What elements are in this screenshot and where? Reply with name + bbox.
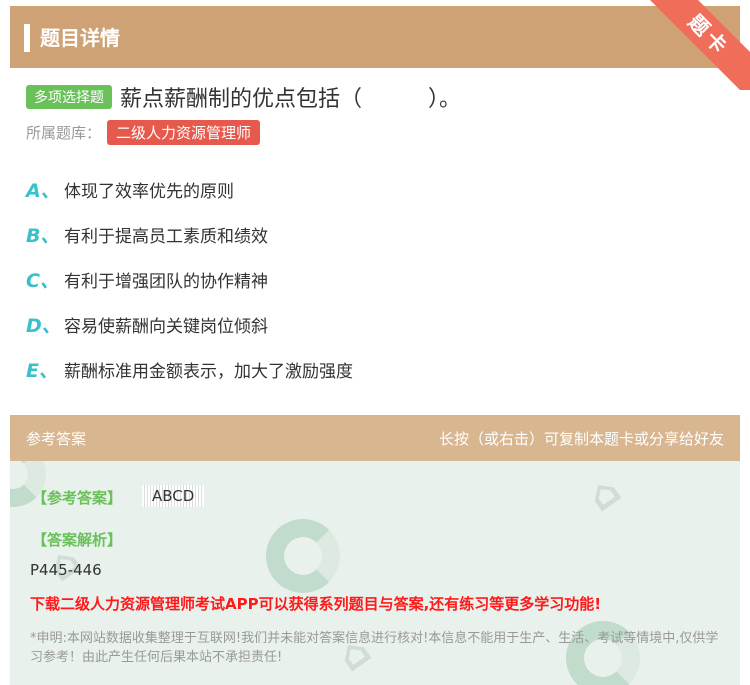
header-accent-bar bbox=[24, 24, 30, 52]
option-text: 容易使薪酬向关键岗位倾斜 bbox=[64, 317, 268, 337]
app-download-promo[interactable]: 下载二级人力资源管理师考试APP可以获得系列题目与答案,还有练习等更多学习功能! bbox=[30, 593, 601, 614]
page-reference: P445-446 bbox=[30, 561, 102, 579]
option-d[interactable]: D、 容易使薪酬向关键岗位倾斜 bbox=[26, 311, 268, 338]
option-c[interactable]: C、 有利于增强团队的协作精神 bbox=[26, 266, 268, 293]
share-hint: 长按（或右击）可复制本题卡或分享给好友 bbox=[438, 430, 724, 448]
watermark-swirl-icon bbox=[266, 519, 340, 593]
option-b[interactable]: B、 有利于提高员工素质和绩效 bbox=[26, 221, 268, 248]
option-letter: B、 bbox=[26, 225, 60, 247]
bank-label: 所属题库： bbox=[26, 124, 102, 142]
analysis-label: 【答案解析】 bbox=[32, 531, 123, 549]
bank-name-tag[interactable]: 二级人力资源管理师 bbox=[107, 120, 261, 145]
option-text: 有利于提高员工素质和绩效 bbox=[64, 227, 268, 247]
answer-body: ⌂ ⌂ ⌂ 【参考答案】 ABCD 【答案解析】 P445-446 下载二级人力… bbox=[10, 461, 740, 685]
option-letter: D、 bbox=[26, 315, 61, 337]
option-text: 体现了效率优先的原则 bbox=[64, 182, 234, 202]
page-title: 题目详情 bbox=[40, 26, 120, 50]
question-type-tag: 多项选择题 bbox=[26, 85, 112, 109]
corner-ribbon[interactable]: 题卡 bbox=[650, 0, 750, 90]
disclaimer-text: *申明:本网站数据收集整理于互联网!我们并未能对答案信息进行核对!本信息不能用于… bbox=[30, 631, 719, 665]
option-letter: A、 bbox=[26, 180, 60, 202]
answer-header: 参考答案 长按（或右击）可复制本题卡或分享给好友 bbox=[10, 415, 740, 461]
answer-section-title: 参考答案 bbox=[26, 430, 87, 448]
bank-line: 所属题库： 二级人力资源管理师 bbox=[26, 120, 261, 145]
option-a[interactable]: A、 体现了效率优先的原则 bbox=[26, 176, 234, 203]
page-header: 题目详情 bbox=[10, 6, 740, 68]
option-text: 薪酬标准用金额表示，加大了激励强度 bbox=[64, 362, 353, 382]
option-text: 有利于增强团队的协作精神 bbox=[64, 272, 268, 292]
question-text: 薪点薪酬制的优点包括（ ）。 bbox=[120, 87, 462, 112]
question-line: 多项选择题 薪点薪酬制的优点包括（ ）。 bbox=[26, 82, 461, 112]
option-letter: C、 bbox=[26, 270, 59, 292]
option-e[interactable]: E、 薪酬标准用金额表示，加大了激励强度 bbox=[26, 356, 353, 383]
answer-label: 【参考答案】 bbox=[32, 489, 123, 507]
option-letter: E、 bbox=[26, 360, 58, 382]
watermark-glyph: ⌂ bbox=[579, 466, 630, 522]
answer-value[interactable]: ABCD bbox=[142, 485, 205, 507]
ribbon-label: 题卡 bbox=[650, 0, 750, 90]
